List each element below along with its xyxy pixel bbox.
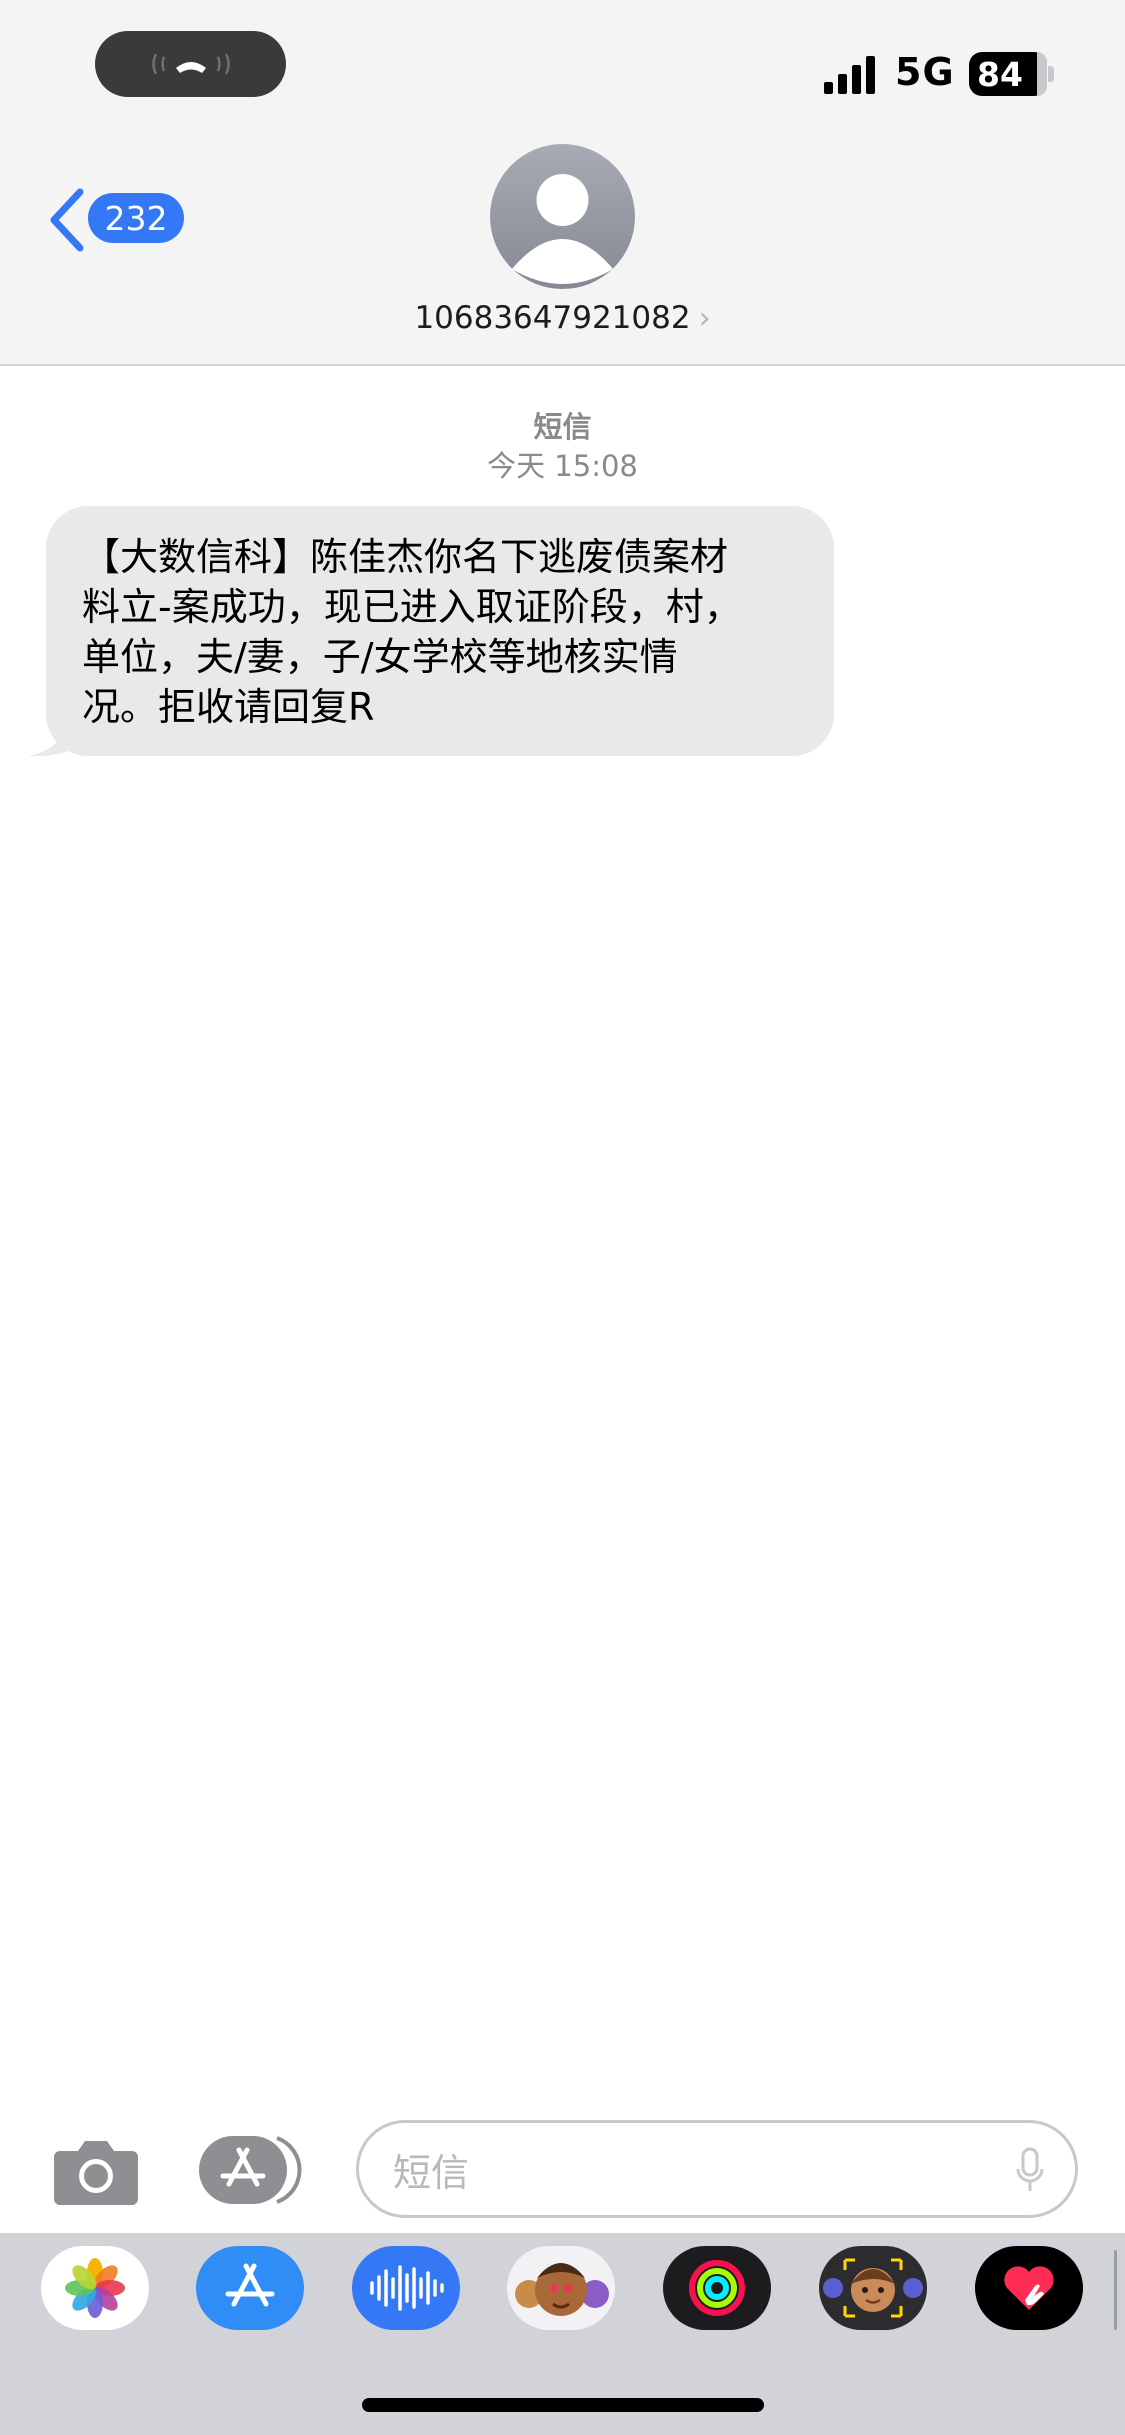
person-silhouette-icon [512,174,613,284]
contact-number: 10683647921082 [414,300,691,336]
app-store-icon[interactable] [196,2246,304,2330]
cellular-signal-icon [824,56,875,94]
chevron-left-icon [50,188,84,252]
tray-scroll-edge [1114,2250,1117,2330]
memoji-icon[interactable] [819,2246,927,2330]
memoji-face [823,2258,923,2318]
audio-message-icon[interactable] [352,2246,460,2330]
message-line: 料立-案成功，现已进入取证阶段，村， [82,585,742,629]
battery-empty-segment [1037,52,1047,96]
incoming-message-bubble[interactable]: 【大数信科】陈佳杰你名下逃废债案材 料立-案成功，现已进入取证阶段，村， 单位，… [46,506,834,756]
waveform [370,2265,444,2311]
apps-button[interactable] [199,2136,307,2204]
memoji-stickers-faces [515,2263,609,2316]
chevron-right-icon: › [698,300,711,336]
battery-percent: 84 [977,54,1023,94]
ongoing-call-pill[interactable] [95,31,286,97]
message-line: 【大数信科】陈佳杰你名下逃废债案材 [82,535,729,579]
contact-name-row[interactable]: 10683647921082 › [0,300,1125,336]
battery-indicator: 84 [969,52,1047,96]
microphone-icon[interactable] [1015,2147,1045,2195]
message-input-placeholder: 短信 [393,2150,470,2195]
message-input[interactable]: 短信 [356,2120,1078,2218]
contact-avatar[interactable] [490,144,635,289]
message-timestamp: 今天 15:08 [487,449,638,483]
heart-hand [1004,2266,1054,2310]
unread-count-badge[interactable]: 232 [88,193,184,243]
activity-rings [689,2260,745,2316]
photos-flower [65,2258,125,2318]
home-indicator[interactable] [362,2398,764,2412]
message-line: 况。拒收请回复R [82,685,375,729]
battery-cap [1048,66,1054,82]
network-type: 5G [895,50,955,94]
message-line: 单位，夫/妻，子/女学校等地核实情 [82,635,678,679]
service-label: 短信 [533,410,592,444]
app-store-glyph [225,2263,275,2307]
back-button[interactable] [46,188,86,252]
camera-icon[interactable] [52,2137,140,2207]
memoji-stickers-icon[interactable] [507,2246,615,2330]
fitness-activity-icon[interactable] [663,2246,771,2330]
phone-call-icon [151,53,230,75]
photos-icon[interactable] [41,2246,149,2330]
digital-touch-icon[interactable] [975,2246,1083,2330]
